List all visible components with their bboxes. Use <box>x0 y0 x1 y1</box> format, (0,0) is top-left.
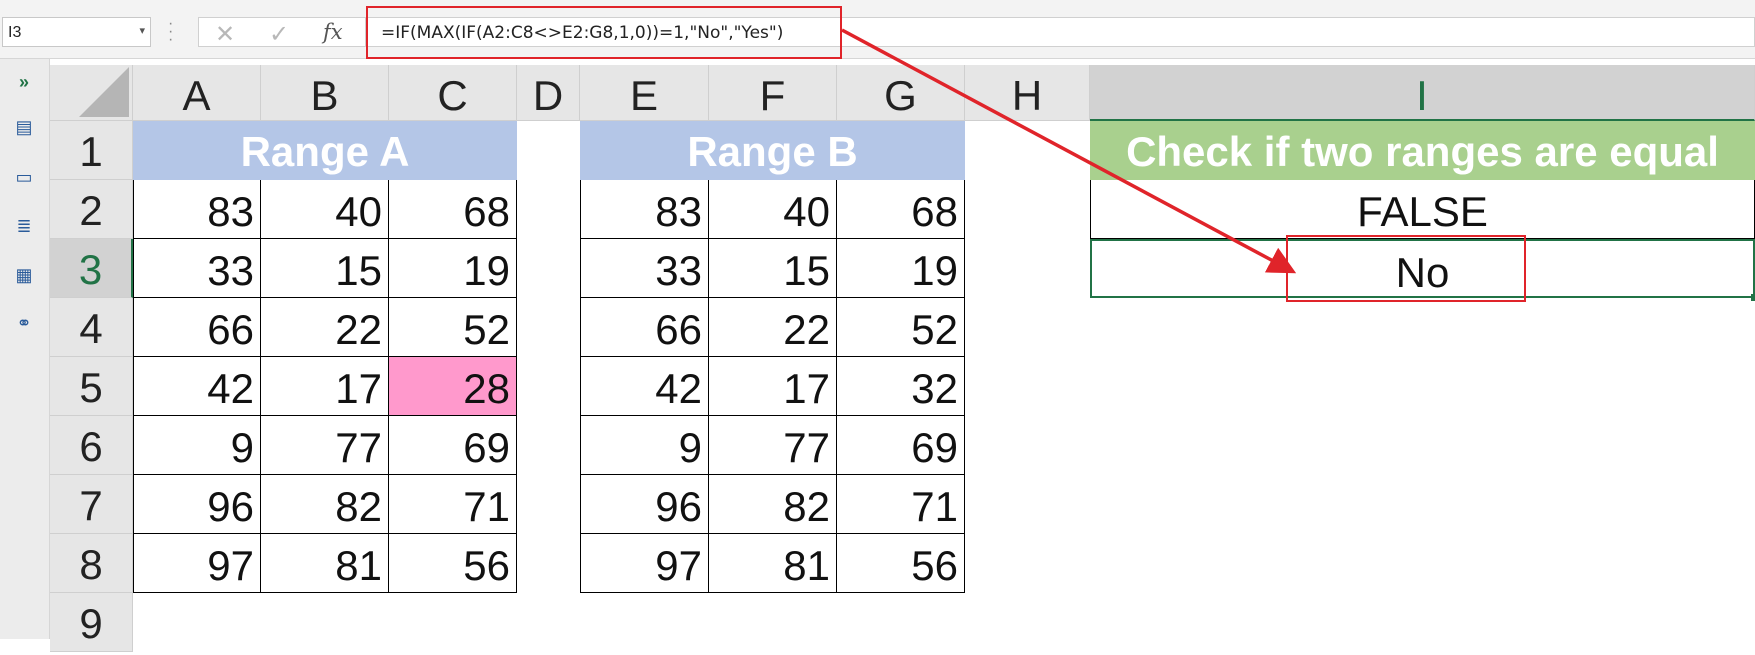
range-b-cell[interactable]: 9 <box>580 416 709 475</box>
form-icon[interactable]: ▭ <box>11 167 37 187</box>
check-icon[interactable]: ✓ <box>269 20 289 49</box>
range-a-cell[interactable]: 52 <box>389 298 517 357</box>
range-b-cell[interactable]: 33 <box>580 239 709 298</box>
range-a-cell[interactable]: 42 <box>133 357 261 416</box>
column-header-e[interactable]: E <box>580 65 709 121</box>
row-header-3[interactable]: 3 <box>50 239 133 298</box>
fill-handle[interactable] <box>1751 294 1755 301</box>
row-header-7[interactable]: 7 <box>50 475 133 534</box>
range-a-cell[interactable]: 69 <box>389 416 517 475</box>
range-b-cell[interactable]: 66 <box>580 298 709 357</box>
range-a-cell[interactable]: 68 <box>389 180 517 239</box>
row-header-4[interactable]: 4 <box>50 298 133 357</box>
table-icon[interactable]: ▤ <box>11 117 37 137</box>
range-b-cell[interactable]: 17 <box>709 357 837 416</box>
row-header-1[interactable]: 1 <box>50 121 133 180</box>
range-b-cell[interactable]: 97 <box>580 534 709 593</box>
range-a-cell[interactable]: 77 <box>261 416 389 475</box>
column-header-i[interactable]: I <box>1090 65 1755 121</box>
grid-icon[interactable]: ▦ <box>11 265 37 285</box>
range-a-cell[interactable]: 17 <box>261 357 389 416</box>
range-b-cell[interactable]: 69 <box>837 416 965 475</box>
cancel-icon[interactable]: ✕ <box>215 20 235 49</box>
range-b-cell[interactable]: 52 <box>837 298 965 357</box>
range-b-cell[interactable]: 81 <box>709 534 837 593</box>
result-cell-false[interactable]: FALSE <box>1090 180 1755 239</box>
column-header-g[interactable]: G <box>837 65 965 121</box>
range-a-cell[interactable]: 81 <box>261 534 389 593</box>
find-icon[interactable]: ⚭ <box>11 313 37 333</box>
range-a-cell[interactable]: 66 <box>133 298 261 357</box>
range-a-cell[interactable]: 83 <box>133 180 261 239</box>
range-b-cell[interactable]: 83 <box>580 180 709 239</box>
formula-buttons: ✕ ✓ fx <box>198 17 366 49</box>
chevron-down-icon[interactable]: ▾ <box>139 24 145 37</box>
range-a-cell[interactable]: 40 <box>261 180 389 239</box>
column-header-h[interactable]: H <box>965 65 1090 121</box>
range-b-cell[interactable]: 42 <box>580 357 709 416</box>
left-task-panel: » ▤ ▭ ≣ ▦ ⚭ <box>0 59 50 639</box>
range-b-cell[interactable]: 82 <box>709 475 837 534</box>
range-a-cell[interactable]: 97 <box>133 534 261 593</box>
range-b-cell[interactable]: 96 <box>580 475 709 534</box>
range-b-cell[interactable]: 68 <box>837 180 965 239</box>
range-a-cell[interactable]: 96 <box>133 475 261 534</box>
column-header-b[interactable]: B <box>261 65 389 121</box>
range-a-cell[interactable]: 71 <box>389 475 517 534</box>
result-annotation-box <box>1286 235 1526 302</box>
range-a-header[interactable]: Range A <box>133 121 517 180</box>
drag-handle-icon[interactable]: · · · <box>168 16 173 48</box>
range-a-cell[interactable]: 22 <box>261 298 389 357</box>
range-a-cell[interactable]: 82 <box>261 475 389 534</box>
row-header-2[interactable]: 2 <box>50 180 133 239</box>
range-b-cell[interactable]: 77 <box>709 416 837 475</box>
spreadsheet-grid: A B C D E F G H I 1 2 3 4 5 6 7 8 9 Range A Range B Check if… <box>50 65 1755 652</box>
row-header-5[interactable]: 5 <box>50 357 133 416</box>
range-b-cell[interactable]: 22 <box>709 298 837 357</box>
insert-function-icon[interactable]: fx <box>323 20 343 44</box>
range-b-cell[interactable]: 19 <box>837 239 965 298</box>
formula-bar: I3 ▾ · · · ✕ ✓ fx =IF(MAX(IF(A2:C8<>E2:G8,… <box>0 0 1755 59</box>
range-b-cell[interactable]: 56 <box>837 534 965 593</box>
range-b-cell[interactable]: 15 <box>709 239 837 298</box>
column-header-f[interactable]: F <box>709 65 837 121</box>
name-box-value: I3 <box>8 24 22 41</box>
range-a-cell[interactable]: 28 <box>389 357 517 416</box>
range-b-header[interactable]: Range B <box>580 121 965 180</box>
expand-icon[interactable]: » <box>11 72 37 92</box>
row-header-8[interactable]: 8 <box>50 534 133 593</box>
check-header[interactable]: Check if two ranges are equal <box>1090 121 1755 180</box>
row-header-6[interactable]: 6 <box>50 416 133 475</box>
range-a-cell[interactable]: 19 <box>389 239 517 298</box>
select-all-corner[interactable] <box>50 65 133 121</box>
range-a-cell[interactable]: 9 <box>133 416 261 475</box>
name-box[interactable]: I3 ▾ <box>2 17 151 47</box>
column-header-a[interactable]: A <box>133 65 261 121</box>
range-a-cell[interactable]: 33 <box>133 239 261 298</box>
range-b-cell[interactable]: 32 <box>837 357 965 416</box>
column-header-c[interactable]: C <box>389 65 517 121</box>
column-header-d[interactable]: D <box>517 65 580 121</box>
range-b-cell[interactable]: 71 <box>837 475 965 534</box>
range-b-cell[interactable]: 40 <box>709 180 837 239</box>
range-a-cell[interactable]: 15 <box>261 239 389 298</box>
layers-icon[interactable]: ≣ <box>11 216 37 236</box>
formula-annotation-box <box>366 6 842 59</box>
row-header-9[interactable]: 9 <box>50 593 133 652</box>
range-a-cell[interactable]: 56 <box>389 534 517 593</box>
